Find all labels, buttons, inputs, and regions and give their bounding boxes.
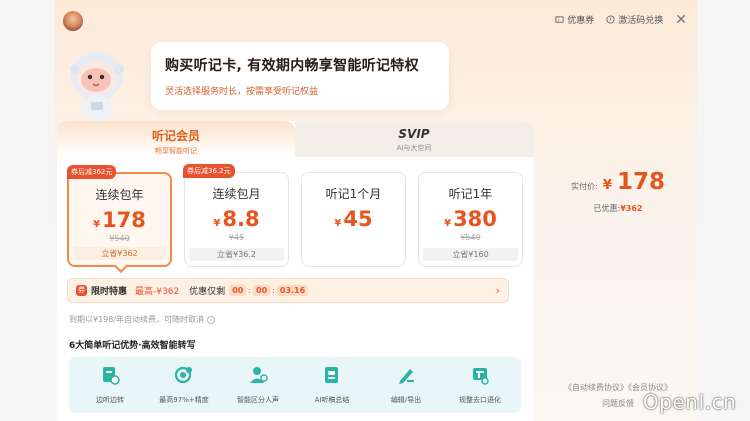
intro-subtitle: 灵活选择服务时长，按需享受听记权益 [165, 87, 319, 97]
coupon-icon [555, 16, 564, 23]
feature-label: 编辑/导出 [390, 396, 422, 404]
plan-save-badge: 立省¥160 [423, 248, 518, 261]
feature-item: 规整去口语化 [445, 365, 515, 405]
plan-name: 连续包年 [95, 188, 144, 202]
plan-price: ¥8.8 [185, 207, 288, 231]
feature-label: 智能区分人声 [237, 396, 279, 404]
plan-amount: 45 [343, 207, 373, 231]
close-icon[interactable]: ✕ [675, 13, 687, 27]
shield-icon [606, 15, 615, 24]
feature-label: AI听稿总结 [314, 396, 350, 404]
plan-list: 券后减362元 连续包年 ¥178 ¥540 立省¥362 券后减36.2元 连… [67, 164, 527, 274]
countdown-sep: : [248, 286, 252, 295]
info-icon[interactable]: i [206, 316, 215, 324]
feature-item: 边听边转 [75, 365, 145, 405]
intro-bubble: 购买听记卡, 有效期内畅享智能听记特权 灵活选择服务时长，按需享受听记权益 [151, 42, 449, 110]
countdown-minutes: 00 [253, 285, 271, 296]
plan-tabs: 听记会员 畅享智能听记 SVIP AI与大空间 [57, 121, 533, 157]
mascot-astronaut-icon [70, 52, 124, 121]
ai-summary-icon [325, 367, 338, 383]
plan-price: ¥178 [69, 208, 170, 232]
promo-max: 最高-¥362 [135, 287, 180, 297]
speaker-icon [250, 367, 268, 383]
plan-currency: ¥ [334, 218, 342, 229]
plan-price: ¥45 [302, 207, 405, 231]
plan-panel: 听记会员 畅享智能听记 SVIP AI与大空间 券后减362元 连续包年 ¥17… [57, 121, 533, 421]
plan-name: 听记1个月 [325, 187, 382, 201]
features-title: 6大简单听记优势·高效智能转写 [69, 341, 196, 351]
plan-badge: 券后减362元 [67, 165, 117, 179]
plan-name: 连续包月 [212, 187, 261, 201]
record-icon [103, 367, 120, 385]
feature-label: 最高97%+精度 [159, 396, 209, 404]
plan-save-badge: 立省¥362 [73, 247, 166, 260]
site-watermark: OpenI.cn [643, 390, 737, 414]
limited-time-promo[interactable]: 券 限时特惠 最高-¥362 优惠仅剩 00 : 00 : 03.16 › [67, 278, 509, 303]
chevron-right-icon: › [495, 284, 500, 297]
tab-tingji-label: 听记会员 [151, 129, 200, 143]
tab-tingji-member[interactable]: 听记会员 畅享智能听记 [57, 121, 295, 157]
countdown-hours: 00 [229, 285, 247, 296]
tab-svip-label: SVIP [398, 127, 430, 141]
plan-badge: 券后减36.2元 [183, 164, 235, 178]
countdown-sep: : [272, 286, 275, 295]
plan-amount: 178 [102, 208, 146, 232]
top-actions: 优惠券 激活码兑换 ✕ [555, 13, 687, 27]
payment-currency: ¥ [602, 178, 612, 193]
left-margin [0, 0, 55, 421]
plan-card-monthly-auto[interactable]: 券后减36.2元 连续包月 ¥8.8 ¥45 立省¥36.2 [183, 164, 289, 267]
payment-pane: 实付价: ¥ 178 已优惠:¥362 《自动续费协议》《会员协议》 问题反馈 [539, 121, 697, 421]
accuracy-icon [174, 366, 192, 384]
activate-code-label: 激活码兑换 [618, 16, 664, 26]
plan-currency: ¥ [93, 219, 101, 230]
payment-total: 实付价: ¥ 178 [539, 169, 697, 195]
plan-amount: 380 [453, 207, 497, 231]
plan-original-price: ¥540 [109, 234, 130, 243]
plan-currency: ¥ [444, 218, 452, 229]
auto-renew-note: 到期以¥198/年自动续费，可随时取消 i [69, 314, 215, 325]
plan-name: 听记1年 [448, 187, 493, 201]
coupon-label: 优惠券 [567, 16, 595, 26]
right-margin [697, 0, 750, 421]
auto-renew-text: 到期以¥198/年自动续费，可随时取消 [69, 315, 205, 324]
payment-amount: 178 [616, 169, 665, 195]
feature-item: AI听稿总结 [297, 365, 367, 405]
feature-item: 最高97%+精度 [149, 365, 219, 405]
plan-original-price: ¥540 [460, 233, 481, 242]
tab-tingji-sub: 畅享智能听记 [155, 147, 197, 155]
payment-label: 实付价: [571, 182, 598, 191]
feature-label: 边听边转 [96, 396, 124, 404]
discount-value: ¥362 [620, 204, 643, 213]
user-avatar[interactable] [63, 11, 83, 31]
promo-title: 限时特惠 [91, 287, 128, 297]
cleanup-icon [473, 368, 489, 385]
feature-item: 编辑/导出 [371, 365, 441, 405]
feature-list: 边听边转 最高97%+精度 智能区分人声 AI听稿总结 编辑/导出 规整去口语化 [69, 357, 521, 413]
selected-pointer [113, 258, 129, 274]
intro-title: 购买听记卡, 有效期内畅享智能听记特权 [165, 58, 419, 74]
payment-discount: 已优惠:¥362 [539, 203, 697, 214]
discount-label: 已优惠: [593, 204, 621, 213]
plan-card-annual-auto[interactable]: 券后减362元 连续包年 ¥178 ¥540 立省¥362 [67, 165, 172, 274]
tab-svip-sub: AI与大空间 [396, 144, 432, 152]
plan-currency: ¥ [213, 218, 221, 229]
activate-code-button[interactable]: 激活码兑换 [606, 13, 663, 26]
edit-export-icon [399, 369, 414, 384]
plan-card-one-month[interactable]: 听记1个月 ¥45 [301, 172, 406, 267]
countdown-seconds: 03.16 [276, 285, 309, 296]
countdown-label: 优惠仅剩 [189, 287, 226, 297]
tab-svip[interactable]: SVIP AI与大空间 [295, 121, 533, 157]
plan-original-price: ¥45 [228, 233, 245, 242]
plan-price: ¥380 [419, 207, 522, 231]
purchase-dialog: 优惠券 激活码兑换 ✕ 购买听记卡, 有效期内畅享智能听记特权 灵活选择服务时长… [55, 0, 697, 421]
plan-card-one-year[interactable]: 听记1年 ¥380 ¥540 立省¥160 [418, 172, 523, 267]
plan-amount: 8.8 [222, 207, 260, 231]
coupon-tag-icon: 券 [76, 285, 87, 296]
coupon-button[interactable]: 优惠券 [555, 13, 594, 26]
plan-save-badge: 立省¥36.2 [189, 248, 284, 261]
feature-item: 智能区分人声 [223, 365, 293, 405]
feature-label: 规整去口语化 [459, 396, 501, 404]
